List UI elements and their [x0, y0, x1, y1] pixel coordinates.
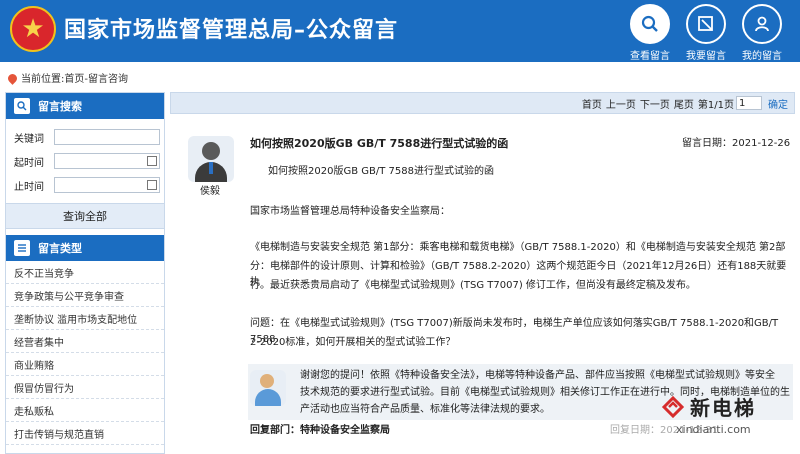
- pager-info: 第1/1页: [697, 99, 734, 111]
- site-title: 国家市场监督管理总局–公众留言: [64, 18, 399, 43]
- pager-prev[interactable]: 上一页: [606, 96, 636, 111]
- reply-line: 谢谢您的提问！依照《特种设备安全法》，电梯等特种设备产品、部件应当按照《电梯型式…: [300, 370, 775, 381]
- types-panel-title: 留言类型: [38, 242, 82, 255]
- query-all-button[interactable]: 查询全部: [6, 203, 164, 229]
- pager-next[interactable]: 下一页: [640, 96, 670, 111]
- reply-avatar: [250, 370, 286, 406]
- xindianti-logo-icon: [660, 394, 686, 420]
- type-item[interactable]: 反不正当竞争: [6, 261, 164, 284]
- search-panel-title: 留言搜索: [38, 100, 82, 113]
- avatar: [188, 136, 234, 182]
- type-item[interactable]: 走私贩私: [6, 399, 164, 422]
- start-date-row: 起时间: [6, 149, 164, 173]
- end-date-label: 止时间: [14, 181, 44, 193]
- message-title: 如何按照2020版GB GB/T 7588进行型式试验的函: [250, 137, 509, 150]
- message-body-line: 行。最近获悉贵局启动了《电梯型式试验规则》(TSG T7007) 修订工作，但尚…: [250, 280, 696, 291]
- message-addressee: 国家市场监督管理总局特种设备安全监察局：: [250, 206, 450, 217]
- type-item[interactable]: 假冒仿冒行为: [6, 376, 164, 399]
- message-subtitle: 如何按照2020版GB GB/T 7588进行型式试验的函: [268, 166, 494, 177]
- message-date: 留言日期：2021-12-26: [682, 138, 791, 149]
- pager-first[interactable]: 首页: [582, 96, 602, 111]
- end-date-row: 止时间: [6, 173, 164, 197]
- edit-icon: [686, 4, 726, 44]
- calendar-icon[interactable]: [147, 156, 157, 166]
- search-panel-header: 留言搜索: [6, 93, 164, 119]
- reply-line: 产活动也应当符合产品质量、标准化等法律法规的要求。: [300, 404, 550, 415]
- list-icon: [14, 240, 30, 256]
- start-date-label: 起时间: [14, 157, 44, 169]
- type-item[interactable]: 打击传销与规范直销: [6, 422, 164, 445]
- search-icon: [14, 98, 30, 114]
- question-line: 2-2020标准，如何开展相关的型式试验工作？: [250, 337, 456, 348]
- nav-my-messages[interactable]: 我的留言: [734, 4, 790, 62]
- message-body-line: 《电梯制造与安装安全规范 第1部分：乘客电梯和载货电梯》（GB/T 7588.1…: [250, 242, 786, 253]
- pager-last[interactable]: 尾页: [674, 96, 694, 111]
- location-pin-icon: [6, 72, 19, 85]
- type-item[interactable]: 垄断协议 滥用市场支配地位: [6, 307, 164, 330]
- watermark-url: xindianti.com: [676, 423, 751, 436]
- watermark: 新电梯: [660, 392, 756, 421]
- author-name: 侯毅: [200, 186, 220, 197]
- nav-view-messages[interactable]: 查看留言: [622, 4, 678, 62]
- reply-dept: 回复部门：特种设备安全监察局: [250, 425, 390, 436]
- user-icon: [742, 4, 782, 44]
- pager: 首页 上一页 下一页 尾页 第1/1页 1 确定: [170, 92, 795, 114]
- national-emblem-icon: ★: [10, 6, 56, 52]
- page-number-input[interactable]: 1: [736, 96, 762, 110]
- keyword-input[interactable]: [54, 129, 160, 145]
- type-item[interactable]: 竞争政策与公平竞争审查: [6, 284, 164, 307]
- breadcrumb-text: 当前位置:首页-留言咨询: [21, 74, 128, 85]
- nav-post-message[interactable]: 我要留言: [678, 4, 734, 62]
- keyword-label: 关键词: [14, 133, 44, 145]
- breadcrumb: 当前位置:首页-留言咨询: [6, 70, 128, 85]
- types-panel-header: 留言类型: [6, 235, 164, 261]
- search-icon: [630, 4, 670, 44]
- end-date-input[interactable]: [54, 177, 160, 193]
- nav-label: 我要留言: [686, 51, 726, 62]
- site-header: ★ 国家市场监督管理总局–公众留言 查看留言 我要留言 我的留言: [0, 0, 800, 62]
- sidebar: 留言搜索 关键词 起时间 止时间 查询全部 留言类型 反不正当竞争 竞争政策与公…: [5, 92, 165, 454]
- type-item[interactable]: 商业贿赂: [6, 353, 164, 376]
- calendar-icon[interactable]: [147, 180, 157, 190]
- watermark-name: 新电梯: [690, 396, 756, 420]
- keyword-field-row: 关键词: [6, 125, 164, 149]
- nav-label: 查看留言: [630, 51, 670, 62]
- type-item[interactable]: 经营者集中: [6, 330, 164, 353]
- start-date-input[interactable]: [54, 153, 160, 169]
- pager-confirm-button[interactable]: 确定: [768, 96, 788, 111]
- nav-label: 我的留言: [742, 51, 782, 62]
